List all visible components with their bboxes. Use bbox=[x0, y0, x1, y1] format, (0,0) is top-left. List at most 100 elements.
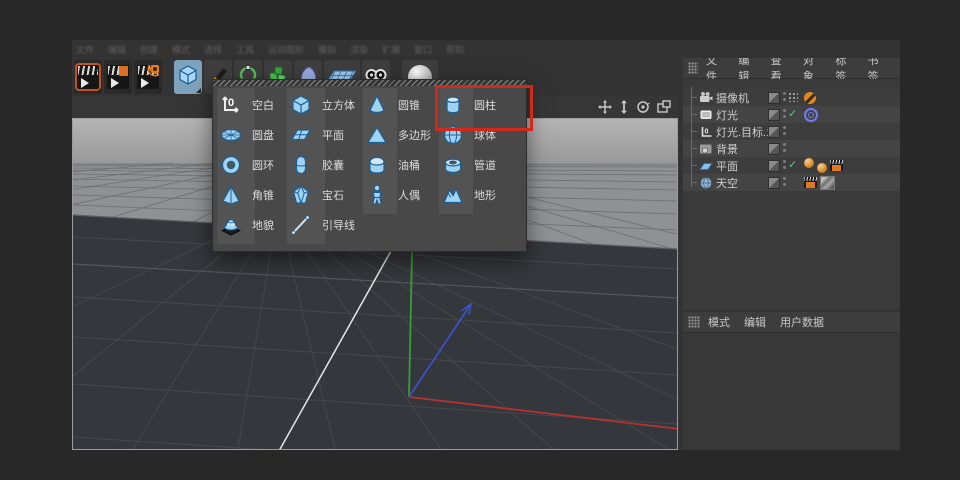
menu-item-capsule[interactable]: 胶囊 bbox=[289, 150, 361, 180]
protection-tag[interactable] bbox=[804, 92, 816, 104]
menu-item-platonic[interactable]: 宝石 bbox=[289, 180, 361, 210]
visibility-dots[interactable] bbox=[783, 126, 787, 137]
visibility-dots[interactable] bbox=[783, 160, 787, 171]
menu-item[interactable]: 扩展 bbox=[382, 43, 400, 57]
menu-item[interactable]: 创建 bbox=[140, 43, 158, 57]
object-manager: 文件 编辑 查看 对象 标签 书签 摄像机 bbox=[683, 58, 900, 310]
sky-icon bbox=[699, 176, 713, 190]
sky-texture-tag[interactable] bbox=[820, 176, 835, 190]
menu-item[interactable]: 渲染 bbox=[350, 43, 368, 57]
attr-menu-userdata[interactable]: 用户数据 bbox=[780, 314, 824, 330]
menu-item-label: 立方体 bbox=[322, 97, 355, 113]
cube-icon bbox=[289, 93, 313, 117]
menu-item-polygon[interactable]: 多边形 bbox=[365, 120, 437, 150]
add-primitive-button[interactable] bbox=[174, 60, 202, 94]
render-view-icon bbox=[77, 65, 99, 89]
light-icon bbox=[699, 108, 713, 122]
svg-text:0: 0 bbox=[705, 128, 709, 135]
menu-item-plane[interactable]: 平面 bbox=[289, 120, 361, 150]
pan-view-icon[interactable] bbox=[598, 100, 612, 114]
target-tag[interactable] bbox=[804, 108, 818, 122]
menu-item[interactable]: 模式 bbox=[172, 43, 190, 57]
rotate-view-icon[interactable] bbox=[636, 100, 650, 114]
enabled-check[interactable]: ✓ bbox=[788, 107, 800, 121]
visibility-dots[interactable] bbox=[783, 143, 787, 154]
dolly-view-icon[interactable] bbox=[619, 100, 629, 114]
menu-item[interactable]: 编辑 bbox=[108, 43, 126, 57]
menu-item-label: 平面 bbox=[322, 127, 344, 143]
render-picture-viewer-button[interactable] bbox=[104, 60, 132, 94]
layer-toggle[interactable] bbox=[768, 109, 780, 121]
menu-item[interactable]: 运动图形 bbox=[268, 43, 304, 57]
capsule-icon bbox=[289, 153, 313, 177]
menu-item-figure[interactable]: 人偶 bbox=[365, 180, 437, 210]
object-row-plane[interactable]: 平面 ✓ bbox=[683, 157, 900, 174]
menu-item-relief[interactable]: 地貌 bbox=[219, 210, 291, 240]
menu-item-pyramid[interactable]: 角锥 bbox=[219, 180, 291, 210]
layer-toggle[interactable] bbox=[768, 177, 780, 189]
menu-item-guide[interactable]: 引导线 bbox=[289, 210, 361, 240]
object-manager-menubar: 文件 编辑 查看 对象 标签 书签 bbox=[683, 58, 900, 79]
render-settings-button[interactable] bbox=[134, 60, 162, 94]
layer-toggle[interactable] bbox=[768, 143, 780, 155]
object-row-light-target[interactable]: 0 灯光.目标.1 bbox=[683, 123, 900, 140]
object-row-background[interactable]: 背景 bbox=[683, 140, 900, 157]
panel-grip-icon[interactable] bbox=[688, 316, 700, 328]
object-row-camera[interactable]: 摄像机 bbox=[683, 89, 900, 106]
relief-icon bbox=[219, 213, 243, 237]
menu-item[interactable]: 模拟 bbox=[318, 43, 336, 57]
menu-item-tube[interactable]: 管道 bbox=[441, 150, 513, 180]
screenshot-stage: 文件 编辑 创建 模式 选择 工具 运动图形 模拟 渲染 扩展 窗口 帮助 bbox=[0, 0, 960, 480]
render-picture-viewer-icon bbox=[107, 65, 129, 89]
oil-tank-icon bbox=[365, 153, 389, 177]
render-view-button[interactable] bbox=[74, 60, 102, 94]
attr-menu-edit[interactable]: 编辑 bbox=[744, 314, 766, 330]
disc-icon bbox=[219, 123, 243, 147]
menu-item[interactable]: 工具 bbox=[236, 43, 254, 57]
compositing-tag[interactable] bbox=[804, 177, 817, 188]
menu-item-disc[interactable]: 圆盘 bbox=[219, 120, 291, 150]
highlight-box-cylinder bbox=[435, 85, 533, 131]
pyramid-icon bbox=[219, 183, 243, 207]
menu-item-cube[interactable]: 立方体 bbox=[289, 90, 361, 120]
menu-item-label: 圆盘 bbox=[252, 127, 274, 143]
menu-item-torus[interactable]: 圆环 bbox=[219, 150, 291, 180]
null-icon: 0 bbox=[699, 125, 713, 139]
svg-text:0: 0 bbox=[228, 97, 234, 109]
layer-toggle[interactable] bbox=[768, 126, 780, 138]
attribute-manager-menubar: 模式 编辑 用户数据 bbox=[683, 312, 900, 333]
toggle-view-icon[interactable] bbox=[657, 100, 671, 114]
menu-item-cone[interactable]: 圆锥 bbox=[365, 90, 437, 120]
attr-menu-mode[interactable]: 模式 bbox=[708, 314, 730, 330]
menu-item-null[interactable]: 0 空白 bbox=[219, 90, 291, 120]
render-dots-icon bbox=[788, 92, 798, 102]
menu-item-label: 引导线 bbox=[322, 217, 355, 233]
menu-item-oil-tank[interactable]: 油桶 bbox=[365, 150, 437, 180]
visibility-dots[interactable] bbox=[783, 92, 787, 103]
visibility-dots[interactable] bbox=[783, 177, 787, 188]
object-name: 灯光.目标.1 bbox=[716, 124, 772, 140]
compositing-tag[interactable] bbox=[830, 160, 843, 171]
render-settings-icon bbox=[137, 65, 159, 89]
torus-icon bbox=[219, 153, 243, 177]
menu-item[interactable]: 文件 bbox=[76, 43, 94, 57]
figure-icon bbox=[365, 183, 389, 207]
menu-item-label: 圆锥 bbox=[398, 97, 420, 113]
texture-tag[interactable] bbox=[817, 163, 827, 173]
menu-item[interactable]: 窗口 bbox=[414, 43, 432, 57]
menu-item-landscape[interactable]: 地形 bbox=[441, 180, 513, 210]
menu-item[interactable]: 选择 bbox=[204, 43, 222, 57]
panel-grip-icon[interactable] bbox=[688, 62, 698, 74]
texture-tag[interactable] bbox=[804, 158, 814, 168]
enabled-check[interactable]: ✓ bbox=[788, 158, 800, 172]
object-row-light[interactable]: 灯光 ✓ bbox=[683, 106, 900, 123]
object-name: 平面 bbox=[716, 158, 738, 174]
layer-toggle[interactable] bbox=[768, 92, 780, 104]
visibility-dots[interactable] bbox=[783, 109, 787, 120]
menu-item-label: 地貌 bbox=[252, 217, 274, 233]
menu-item-label: 胶囊 bbox=[322, 157, 344, 173]
object-row-sky[interactable]: 天空 bbox=[683, 174, 900, 191]
menu-item[interactable]: 帮助 bbox=[446, 43, 464, 57]
c4d-window: 文件 编辑 创建 模式 选择 工具 运动图形 模拟 渲染 扩展 窗口 帮助 bbox=[72, 40, 900, 450]
layer-toggle[interactable] bbox=[768, 160, 780, 172]
